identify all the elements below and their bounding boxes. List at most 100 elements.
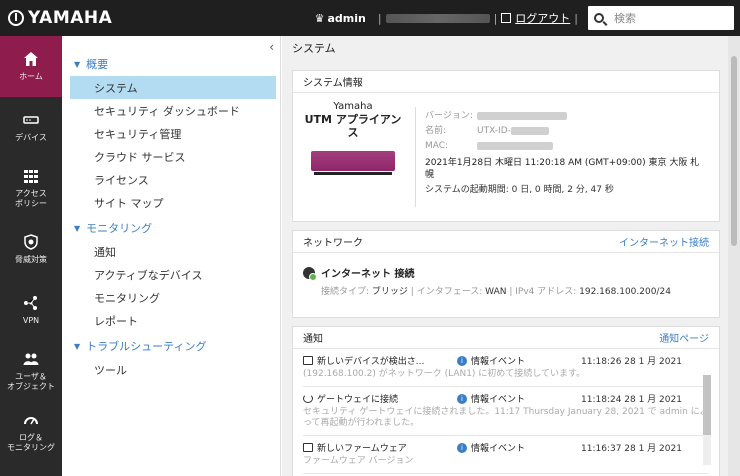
- redacted-text: [385, 13, 490, 23]
- nav-item-security-dashboard[interactable]: セキュリティ ダッシュボード: [70, 99, 276, 122]
- nav-section-label: トラブルシューティング: [86, 340, 207, 353]
- expand-triangle-icon: ▼: [74, 341, 81, 351]
- card-title: ネットワーク: [303, 238, 363, 249]
- nav-item-security-management[interactable]: セキュリティ管理: [70, 122, 276, 145]
- search-input[interactable]: [614, 11, 724, 25]
- rail-label: アクセス ポリシー: [15, 189, 47, 208]
- info-icon: i: [457, 393, 467, 404]
- vpn-icon: [24, 296, 37, 310]
- system-details: バージョン: 名前: UTX-ID- MAC: 2021年1月28日 木曜日 11…: [425, 109, 705, 198]
- brand-name: YAMAHA: [28, 8, 113, 28]
- nav-item-notifications[interactable]: 通知: [70, 240, 276, 263]
- rail-item-logs-monitoring[interactable]: ログ＆ モニタリング: [0, 402, 62, 463]
- product-brand: Yamaha: [333, 101, 373, 112]
- notification-time: 11:16:37 28 1 月 2021: [581, 444, 682, 454]
- rail-item-users-objects[interactable]: ユーザ＆ オブジェクト: [0, 341, 62, 402]
- gauge-icon: [24, 417, 38, 425]
- redacted-mac: [477, 141, 553, 150]
- scrollbar-thumb[interactable]: [731, 56, 737, 246]
- card-header: 通知 通知ページ: [293, 327, 719, 349]
- rail-label: VPN: [22, 316, 40, 325]
- user-name: admin: [327, 11, 366, 25]
- rail-label: ログ＆ モニタリング: [7, 433, 55, 452]
- notification-title: ゲートウェイに接続: [317, 395, 399, 405]
- rail-item-vpn[interactable]: VPN: [0, 280, 62, 341]
- globe-status-icon: [303, 267, 317, 281]
- nav-item-active-devices[interactable]: アクティブなデバイス: [70, 263, 276, 286]
- notification-title: 新しいファームウェア: [317, 444, 407, 454]
- notification-item[interactable]: 新しいデバイスが検出さ... i 情報イベント 11:18:26 28 1 月 …: [303, 349, 709, 387]
- nav-item-license[interactable]: ライセンス: [70, 168, 276, 191]
- card-title: 通知: [303, 334, 323, 345]
- nav-section-monitoring[interactable]: ▼ モニタリング: [74, 220, 280, 236]
- collapse-icon[interactable]: ‹: [269, 40, 274, 54]
- expand-triangle-icon: ▼: [74, 223, 81, 233]
- redacted-version: [477, 111, 567, 120]
- rail-label: ホーム: [19, 72, 43, 81]
- notification-item[interactable]: 新しいファームウェア i 情報イベント 11:16:37 28 1 月 2021…: [303, 436, 709, 474]
- rail-item-threat-protection[interactable]: 脅威対策: [0, 219, 62, 280]
- rail-item-access-policy[interactable]: アクセス ポリシー: [0, 158, 62, 219]
- nav-panel: ‹ ▼ 概要 システム セキュリティ ダッシュボード セキュリティ管理 クラウド …: [62, 36, 281, 476]
- notification-desc: ファームウェア バージョン: [303, 456, 414, 466]
- crown-icon: ♛: [314, 11, 325, 25]
- nav-item-reports[interactable]: レポート: [70, 309, 276, 332]
- nav-item-cloud-services[interactable]: クラウド サービス: [70, 145, 276, 168]
- logout-link[interactable]: ログアウト: [501, 10, 570, 26]
- network-card: ネットワーク インターネット接続 インターネット 接続 接続タイプ: ブリッジ …: [292, 230, 720, 318]
- shield-icon: [24, 234, 38, 250]
- notification-time: 11:18:26 28 1 月 2021: [581, 357, 682, 367]
- power-icon: [303, 394, 313, 403]
- rail-label: 脅威対策: [15, 255, 47, 264]
- main-content: システム システム情報 Yamaha UTM アプライアンス バージョン: 名前…: [282, 36, 728, 476]
- nav-item-monitoring[interactable]: モニタリング: [70, 286, 276, 309]
- nav-item-site-map[interactable]: サイト マップ: [70, 191, 276, 214]
- product-panel: Yamaha UTM アプライアンス: [303, 101, 403, 175]
- card-header: ネットワーク インターネット接続: [293, 231, 719, 253]
- system-info-card: システム情報 Yamaha UTM アプライアンス バージョン: 名前: UTX-…: [292, 70, 720, 222]
- yamaha-logo[interactable]: YAMAHA: [8, 8, 112, 28]
- home-icon: [24, 52, 38, 66]
- redacted-name: [510, 126, 549, 135]
- internet-connection-title: インターネット 接続: [321, 269, 415, 280]
- nav-item-system[interactable]: システム: [70, 76, 276, 99]
- monitor-icon: [303, 356, 313, 365]
- icon-rail: ホーム デバイス アクセス ポリシー 脅威対策 VPN ユーザ＆ オブジェクト …: [0, 36, 62, 476]
- nav-item-tools[interactable]: ツール: [70, 358, 276, 381]
- product-name: Yamaha UTM アプライアンス: [303, 101, 403, 139]
- search-icon: [594, 13, 604, 23]
- rail-label: デバイス: [15, 133, 47, 142]
- nav-section-label: モニタリング: [86, 222, 153, 235]
- product-model: UTM アプライアンス: [304, 113, 402, 139]
- notification-desc: (192.168.100.2) がネットワーク (LAN1) に初めて接続してい…: [303, 369, 586, 379]
- logout-label: ログアウト: [515, 12, 571, 25]
- mac-label: MAC:: [425, 141, 449, 151]
- info-icon: i: [457, 442, 467, 453]
- rail-item-home[interactable]: ホーム: [0, 36, 62, 97]
- rail-label: ユーザ＆ オブジェクト: [7, 372, 55, 391]
- page-title: システム: [292, 42, 336, 55]
- notification-item[interactable]: ゲートウェイに接続 i 情報イベント 11:18:24 28 1 月 2021 …: [303, 387, 709, 436]
- internet-connection-link[interactable]: インターネット接続: [619, 234, 709, 249]
- version-label: バージョン:: [425, 111, 473, 121]
- tuning-fork-icon: [8, 10, 24, 26]
- card-title: システム情報: [303, 78, 363, 89]
- notifications-card: 通知 通知ページ 新しいデバイスが検出さ... i 情報イベント 11:18:2…: [292, 326, 720, 476]
- logout-icon: [501, 13, 512, 23]
- name-prefix: UTX-ID-: [477, 126, 511, 136]
- notifications-page-link[interactable]: 通知ページ: [659, 330, 709, 345]
- notification-type: 情報イベント: [471, 395, 526, 405]
- nav-section-overview[interactable]: ▼ 概要: [74, 56, 280, 72]
- notifications-scrollbar[interactable]: [703, 375, 711, 465]
- rail-item-devices[interactable]: デバイス: [0, 97, 62, 158]
- notification-type: 情報イベント: [471, 357, 526, 367]
- notification-title: 新しいデバイスが検出さ...: [317, 357, 425, 367]
- page-scrollbar[interactable]: [728, 36, 740, 476]
- system-uptime: システムの起動期間: 0 日, 0 時間, 2 分, 47 秒: [425, 185, 614, 195]
- card-header: システム情報: [293, 71, 719, 93]
- device-image: [311, 151, 395, 175]
- top-bar: YAMAHA ♛ admin | | ログアウト |: [0, 0, 740, 36]
- search-box[interactable]: [588, 6, 734, 30]
- nav-section-troubleshooting[interactable]: ▼ トラブルシューティング: [74, 338, 280, 354]
- nav-section-label: 概要: [86, 58, 109, 71]
